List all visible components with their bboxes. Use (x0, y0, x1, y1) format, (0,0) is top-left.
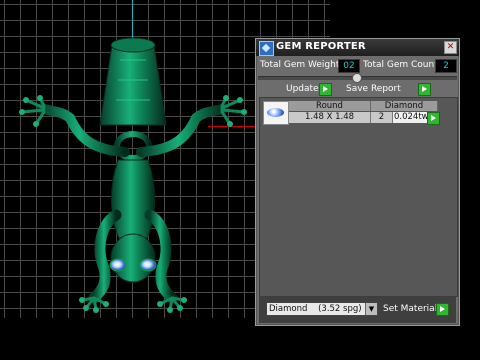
total-gem-weight-value: 02 (338, 59, 360, 73)
bottom-bar: Diamond (3.52 spg) ▼ Set Material (259, 297, 456, 323)
panel-titlebar[interactable]: GEM REPORTER ✕ (256, 39, 459, 56)
gem-reporter-panel: GEM REPORTER ✕ Total Gem Weight 02 Total… (255, 38, 460, 326)
gem-thumbnail-cell[interactable] (263, 101, 289, 125)
update-button-label: Update (286, 84, 319, 94)
save-report-button-label: Save Report (346, 84, 401, 94)
gem-thumbnail-icon (267, 108, 284, 117)
table-cell-weight[interactable]: 0.024tw (393, 112, 428, 123)
dropdown-arrow-icon[interactable]: ▼ (365, 303, 377, 315)
material-select[interactable]: Diamond (3.52 spg) ▼ (266, 302, 378, 316)
table-header-shape: Round (289, 101, 371, 111)
update-button[interactable] (319, 83, 332, 96)
total-gem-count-value: 2 (435, 59, 457, 73)
table-cell-count: 2 (371, 112, 393, 123)
material-select-name: Diamond (269, 304, 308, 314)
panel-slider-thumb[interactable] (352, 73, 362, 83)
row-go-button[interactable] (427, 112, 440, 125)
material-select-spg: (3.52 spg) (318, 304, 362, 314)
close-icon[interactable]: ✕ (444, 41, 457, 54)
table-cell-size: 1.48 X 1.48 (289, 112, 371, 123)
panel-title: GEM REPORTER (276, 41, 366, 52)
gem-table: Round Diamond 1.48 X 1.48 2 0.024tw (259, 97, 458, 297)
table-header-material: Diamond (371, 101, 438, 111)
totals-row: Total Gem Weight 02 Total Gem Count 2 (258, 59, 457, 73)
gem-reporter-icon (259, 41, 274, 56)
set-material-button[interactable] (436, 303, 449, 316)
save-report-button[interactable] (418, 83, 431, 96)
total-gem-count-label: Total Gem Count (363, 60, 438, 70)
total-gem-weight-label: Total Gem Weight (260, 60, 340, 70)
set-material-button-label: Set Material (383, 304, 438, 314)
